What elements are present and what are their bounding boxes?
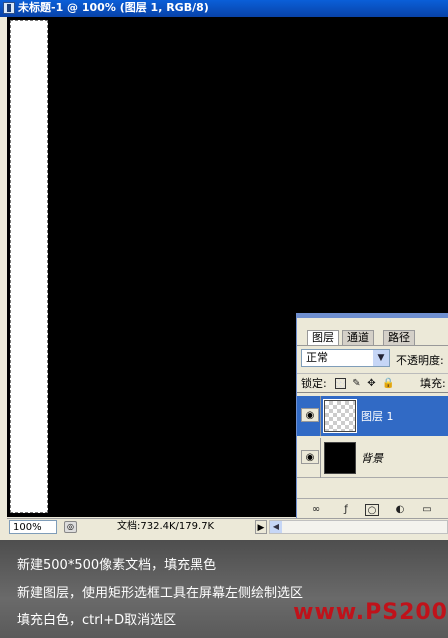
lock-row: 锁定: ✎ ✥ 🔒 填充: [297, 373, 448, 393]
layer-name[interactable]: 背景 [361, 450, 383, 466]
scroll-left-icon[interactable]: ◀ [270, 521, 282, 533]
horizontal-scrollbar[interactable]: ◀ [269, 520, 448, 534]
lock-all-icon[interactable]: 🔒 [382, 378, 394, 389]
site-watermark: www.PS200 [293, 600, 448, 625]
palette-header-bar[interactable] [297, 314, 448, 318]
blend-mode-select[interactable]: 正常 ▼ [301, 349, 390, 367]
adjustment-layer-icon[interactable]: ◐ [393, 504, 407, 516]
blend-mode-value: 正常 [306, 351, 328, 364]
layer-thumbnail-transparent [323, 399, 357, 433]
caption-line-3: 填充白色，ctrl+D取消选区 [17, 613, 177, 628]
status-info-icon[interactable]: ◎ [64, 521, 77, 533]
lock-position-icon[interactable]: ✥ [366, 378, 377, 389]
window-title: 未标题-1 @ 100% (图层 1, RGB/8) [18, 1, 209, 14]
document-window: 未标题-1 @ 100% (图层 1, RGB/8) 图层 通道 路径 正常 ▼… [0, 0, 448, 540]
layer-row-layer1[interactable]: ◉ 图层 1 [297, 396, 448, 436]
chevron-down-icon[interactable]: ▼ [373, 350, 389, 366]
eye-icon[interactable]: ◉ [301, 408, 319, 422]
tab-divider [297, 345, 448, 346]
eye-icon[interactable]: ◉ [301, 450, 319, 464]
white-rectangle-selection[interactable] [10, 20, 48, 513]
layer-mask-icon[interactable]: ○ [365, 504, 379, 516]
layer-style-icon[interactable]: ƒ [339, 504, 353, 516]
caption-line-2: 新建图层，使用矩形选框工具在屏幕左侧绘制选区 [17, 586, 304, 601]
window-titlebar[interactable]: 未标题-1 @ 100% (图层 1, RGB/8) [0, 0, 448, 17]
layers-palette: 图层 通道 路径 正常 ▼ 不透明度: 锁定: ✎ ✥ 🔒 填充: ◉ 图层 1… [296, 313, 448, 519]
tab-paths[interactable]: 路径 [383, 330, 415, 345]
layer-name[interactable]: 图层 1 [361, 408, 394, 424]
lock-pixels-icon[interactable]: ✎ [351, 378, 362, 389]
palette-footer: ∞ ƒ ○ ◐ ▭ [297, 498, 448, 520]
document-size-info: 文档:732.4K/179.7K [117, 521, 215, 532]
row-divider [320, 396, 321, 436]
tab-channels[interactable]: 通道 [342, 330, 374, 345]
lock-transparency-icon[interactable] [335, 378, 346, 389]
photoshop-document-icon [3, 2, 15, 14]
tab-layers[interactable]: 图层 [307, 330, 339, 345]
link-icon[interactable]: ∞ [309, 504, 323, 516]
tutorial-caption: 新建500*500像素文档，填充黑色 新建图层，使用矩形选框工具在屏幕左侧绘制选… [0, 540, 448, 638]
lock-label: 锁定: [301, 377, 327, 390]
folder-icon[interactable]: ▭ [420, 504, 434, 516]
layer-thumbnail-black [324, 442, 356, 474]
zoom-field[interactable]: 100% [9, 520, 57, 534]
fill-label: 填充: [420, 377, 446, 390]
opacity-label: 不透明度: [396, 354, 444, 367]
status-menu-arrow[interactable]: ▶ [255, 520, 267, 534]
layer-row-background[interactable]: ◉ 背景 [297, 438, 448, 478]
status-bar: 100% ◎ 文档:732.4K/179.7K ▶ ◀ [7, 518, 448, 534]
caption-line-1: 新建500*500像素文档，填充黑色 [17, 558, 217, 573]
row-divider [320, 438, 321, 478]
